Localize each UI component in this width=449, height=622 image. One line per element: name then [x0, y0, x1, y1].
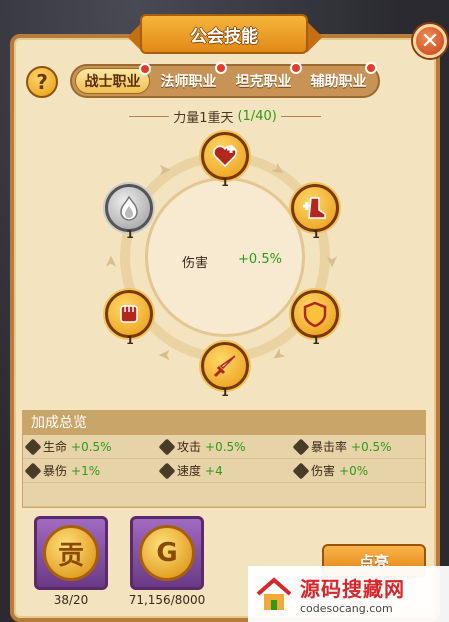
skill-node-heart[interactable] — [201, 132, 249, 180]
stat-value: +0.5% — [351, 439, 392, 454]
bonus-row-empty — [23, 483, 425, 507]
node-level: 1 — [221, 176, 229, 189]
arrow-icon: ➤ — [158, 160, 172, 179]
skill-node-fist[interactable] — [105, 290, 153, 338]
notification-dot-icon — [365, 62, 377, 74]
stat-hp: 生命 +0.5% — [23, 438, 157, 455]
stat-name: 伤害 — [311, 464, 336, 478]
class-tabs: 战士职业 法师职业 坦克职业 辅助职业 — [70, 62, 380, 98]
stat-name: 生命 — [43, 440, 68, 454]
arrow-icon: ➤ — [158, 346, 172, 365]
help-button[interactable]: ? — [26, 66, 58, 98]
close-icon: ✕ — [420, 28, 440, 54]
node-level: 1 — [126, 334, 134, 347]
node-level: 1 — [221, 386, 229, 399]
stat-value: +0.5% — [205, 439, 246, 454]
boot-plus-icon — [303, 197, 326, 219]
attack-stat-icon — [158, 438, 176, 455]
skill-header: 力量1重天 (1/40) — [110, 106, 340, 126]
question-icon: ? — [36, 70, 48, 94]
stat-crit-damage: 暴伤 +1% — [23, 462, 157, 479]
window-title: 公会技能 — [140, 14, 308, 54]
watermark: 源码搜藏网 codesocang.com — [248, 566, 449, 622]
skill-name: 力量1重天 — [173, 110, 234, 126]
node-level: 1 — [312, 334, 320, 347]
bonus-row: 生命 +0.5% 攻击 +0.5% 暴击率 +0.5% — [23, 435, 425, 459]
watermark-title: 源码搜藏网 — [300, 577, 405, 601]
tab-label: 法师职业 — [160, 74, 217, 90]
stat-crit-rate: 暴击率 +0.5% — [291, 438, 425, 455]
stat-name: 暴击率 — [311, 440, 348, 454]
divider — [280, 115, 321, 117]
house-logo-icon — [254, 574, 294, 614]
flame-icon — [120, 195, 138, 221]
arrow-icon: ➤ — [101, 254, 121, 269]
divider — [129, 115, 170, 117]
tab-mage[interactable]: 法师职业 — [152, 62, 227, 94]
crit-damage-stat-icon — [24, 462, 42, 479]
heart-plus-icon — [213, 145, 237, 168]
bonus-title: 加成总览 — [23, 411, 425, 435]
stat-name: 速度 — [177, 464, 202, 478]
close-button[interactable]: ✕ — [413, 24, 447, 58]
speed-stat-icon — [158, 462, 176, 479]
stat-name: 攻击 — [177, 440, 202, 454]
tab-tank[interactable]: 坦克职业 — [227, 62, 302, 94]
contribution-currency[interactable]: 贡 — [34, 516, 108, 590]
skill-node-boot[interactable] — [291, 184, 339, 232]
skill-progress: (1/40) — [237, 108, 277, 124]
node-level: 1 — [126, 228, 134, 241]
contribution-coin-icon: 贡 — [43, 525, 99, 581]
center-stat-name: 伤害 — [181, 256, 208, 271]
coin-glyph: 贡 — [57, 540, 84, 571]
arrow-icon: ➤ — [323, 254, 343, 269]
crit-rate-stat-icon — [292, 438, 310, 455]
bonus-overview: 加成总览 生命 +0.5% 攻击 +0.5% 暴击率 +0.5% 暴伤 +1% … — [22, 410, 426, 508]
damage-stat-icon — [292, 462, 310, 479]
watermark-url: codesocang.com — [300, 602, 393, 615]
skill-node-flame[interactable] — [105, 184, 153, 232]
bonus-row: 暴伤 +1% 速度 +4 伤害 +0% — [23, 459, 425, 483]
tab-support[interactable]: 辅助职业 — [302, 62, 377, 94]
tab-label: 坦克职业 — [235, 74, 292, 90]
gold-amount: 71,156/8000 — [128, 593, 206, 607]
tab-label: 战士职业 — [84, 74, 141, 90]
skill-wheel: 伤害 +0.5% ➤ ➤ ➤ ➤ ➤ ➤ 1 1 1 1 1 1 — [100, 132, 350, 399]
stat-name: 暴伤 — [43, 464, 68, 478]
skill-node-sword[interactable] — [201, 342, 249, 390]
stat-attack: 攻击 +0.5% — [157, 438, 291, 455]
notification-dot-icon — [139, 63, 151, 75]
gold-coin-icon: G — [139, 525, 195, 581]
center-stat-value: +0.5% — [238, 252, 282, 267]
stat-damage: 伤害 +0% — [291, 462, 425, 479]
stat-value: +0% — [339, 463, 369, 478]
node-level: 1 — [312, 228, 320, 241]
stat-value: +0.5% — [71, 439, 112, 454]
gold-currency[interactable]: G — [130, 516, 204, 590]
coin-glyph: G — [156, 538, 178, 568]
hp-stat-icon — [24, 438, 42, 455]
tab-label: 辅助职业 — [310, 74, 367, 90]
tab-warrior[interactable]: 战士职业 — [75, 63, 151, 94]
sword-icon — [213, 355, 236, 378]
fist-icon — [120, 305, 138, 323]
skill-node-shield[interactable] — [291, 290, 339, 338]
notification-dot-icon — [215, 62, 227, 74]
notification-dot-icon — [290, 62, 302, 74]
contribution-amount: 38/20 — [53, 593, 89, 607]
stat-value: +1% — [71, 463, 101, 478]
stat-speed: 速度 +4 — [157, 462, 291, 479]
shield-icon — [303, 301, 327, 328]
stat-value: +4 — [205, 463, 223, 478]
